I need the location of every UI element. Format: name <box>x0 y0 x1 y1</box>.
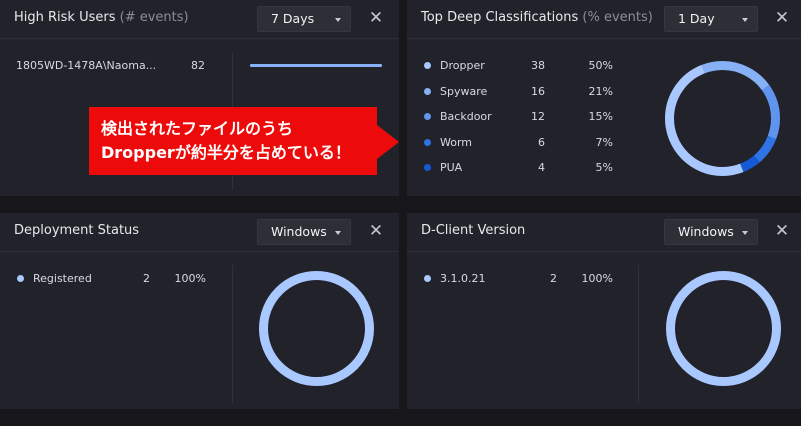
range-dropdown[interactable]: 7 Days <box>257 6 351 32</box>
list-item[interactable]: Backdoor 12 15% <box>423 110 623 124</box>
panel-header: Deployment Status Windows ✕ <box>0 213 399 252</box>
legend-dot <box>424 164 431 171</box>
classification-count: 12 <box>531 110 545 123</box>
user-name: 1805WD-1478A\Naoma... <box>16 59 157 72</box>
close-icon[interactable]: ✕ <box>773 222 791 240</box>
classification-percent: 21% <box>588 84 613 98</box>
dropdown-value: Windows <box>678 224 734 239</box>
list-item[interactable]: PUA 4 5% <box>423 161 623 175</box>
panel-title: D-Client Version <box>421 223 525 238</box>
status-label: Registered <box>33 272 92 285</box>
callout-arrow <box>377 125 399 159</box>
status-percent: 100% <box>174 272 206 285</box>
classification-percent: 7% <box>595 135 613 149</box>
chevron-down-icon <box>742 231 748 235</box>
top-deep-classifications-panel: Top Deep Classifications (% events) 1 Da… <box>407 0 801 196</box>
donut-segment-version <box>666 271 781 386</box>
classification-label: Spyware <box>440 84 488 98</box>
classification-label: Backdoor <box>440 110 492 123</box>
donut-segment-registered <box>259 271 374 386</box>
panel-title: Deployment Status <box>14 223 139 238</box>
panel-subtitle: (% events) <box>582 10 653 25</box>
os-dropdown[interactable]: Windows <box>257 219 351 245</box>
version-donut-chart <box>666 271 781 386</box>
list-item[interactable]: 3.1.0.21 2 100% <box>423 272 623 286</box>
legend-dot <box>424 275 431 282</box>
deployment-donut-chart <box>259 271 374 386</box>
d-client-version-panel: D-Client Version Windows ✕ 3.1.0.21 2 10… <box>407 213 801 409</box>
deployment-status-panel: Deployment Status Windows ✕ Registered 2… <box>0 213 399 409</box>
dropdown-value: 1 Day <box>678 11 715 26</box>
divider <box>232 265 233 403</box>
event-bar <box>250 64 382 67</box>
classification-count: 6 <box>538 135 545 149</box>
dropdown-value: 7 Days <box>271 11 315 26</box>
range-dropdown[interactable]: 1 Day <box>664 6 758 32</box>
event-count: 82 <box>191 59 205 72</box>
version-count: 2 <box>550 272 557 285</box>
status-count: 2 <box>143 272 150 285</box>
panel-title-text: D-Client Version <box>421 223 526 238</box>
panel-title: High Risk Users (# events) <box>14 10 189 25</box>
classification-percent: 5% <box>595 161 613 174</box>
annotation-callout: 検出されたファイルのうち Dropperが約半分を占めている！ <box>89 107 399 175</box>
panel-header: High Risk Users (# events) 7 Days ✕ <box>0 0 399 39</box>
panel-title-text: High Risk Users <box>14 10 116 25</box>
panel-subtitle: (# events) <box>119 10 189 25</box>
classification-count: 4 <box>538 161 545 174</box>
classification-percent: 50% <box>588 59 613 72</box>
classification-label: PUA <box>440 161 463 174</box>
dropdown-value: Windows <box>271 224 327 239</box>
panel-title: Top Deep Classifications (% events) <box>421 10 653 25</box>
list-item[interactable]: Worm 6 7% <box>423 136 623 150</box>
list-item[interactable]: Spyware 16 21% <box>423 85 623 99</box>
close-icon[interactable]: ✕ <box>773 9 791 27</box>
list-item[interactable]: Registered 2 100% <box>16 272 216 286</box>
classification-label: Worm <box>440 135 473 149</box>
legend-dot <box>424 62 431 69</box>
version-label: 3.1.0.21 <box>440 272 486 285</box>
divider <box>638 265 639 403</box>
classification-count: 38 <box>531 59 545 72</box>
close-icon[interactable]: ✕ <box>367 9 385 27</box>
classification-donut-chart <box>665 61 780 176</box>
legend-dot <box>17 275 24 282</box>
classification-label: Dropper <box>440 59 485 72</box>
classification-percent: 15% <box>588 110 613 123</box>
version-percent: 100% <box>581 272 613 285</box>
chevron-down-icon <box>335 231 341 235</box>
panel-header: D-Client Version Windows ✕ <box>407 213 801 252</box>
legend-dot <box>424 138 431 146</box>
list-item[interactable]: Dropper 38 50% <box>423 59 623 73</box>
callout-line-1: 検出されたファイルのうち <box>101 119 294 138</box>
list-item[interactable]: 1805WD-1478A\Naoma... 82 <box>16 59 216 73</box>
close-icon[interactable]: ✕ <box>367 222 385 240</box>
legend-dot <box>424 87 431 95</box>
chevron-down-icon <box>335 18 341 22</box>
chevron-down-icon <box>742 18 748 22</box>
panel-header: Top Deep Classifications (% events) 1 Da… <box>407 0 801 39</box>
classification-count: 16 <box>531 84 545 98</box>
panel-title-text: Deployment Status <box>14 223 140 238</box>
os-dropdown[interactable]: Windows <box>664 219 758 245</box>
panel-title-text: Top Deep Classifications <box>421 10 579 25</box>
legend-dot <box>424 113 431 120</box>
callout-line-2: Dropperが約半分を占めている！ <box>101 143 351 162</box>
